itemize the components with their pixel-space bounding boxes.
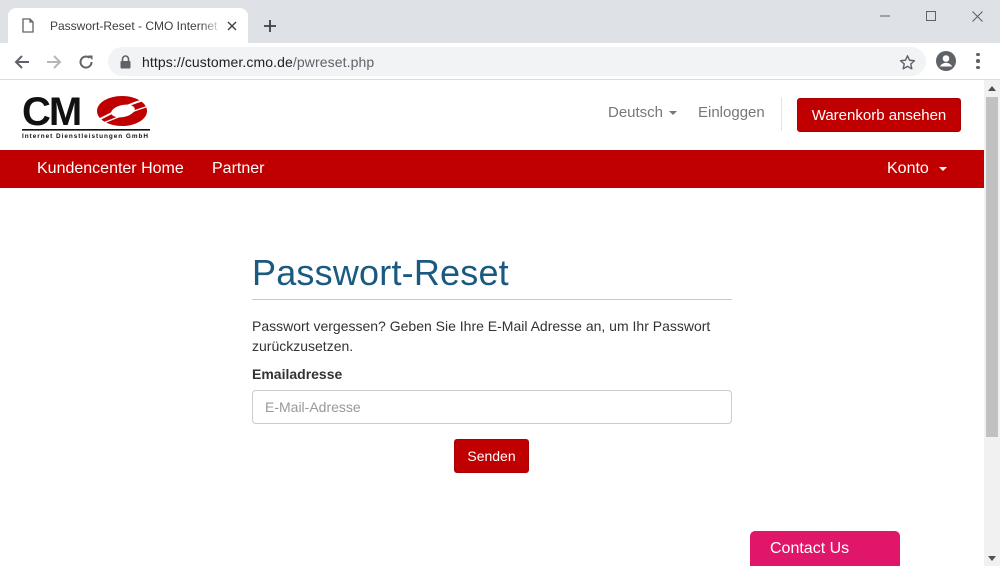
nav-item-kundencenter-home[interactable]: Kundencenter Home <box>37 150 184 188</box>
email-label: Emailadresse <box>252 366 343 382</box>
browser-tab-strip: Passwort-Reset - CMO Internet Dienstleis… <box>0 0 1000 43</box>
new-tab-icon[interactable] <box>258 14 282 38</box>
svg-text:Internet Dienstleistungen GmbH: Internet Dienstleistungen GmbH <box>22 133 148 140</box>
nav-item-partner[interactable]: Partner <box>212 150 264 188</box>
contact-us-button[interactable]: Contact Us <box>750 531 900 566</box>
url-path: /pwreset.php <box>292 53 375 70</box>
caret-down-icon <box>938 167 947 171</box>
main-navigation: Kundencenter Home Partner Konto <box>0 150 984 188</box>
page-title: Passwort-Reset <box>252 252 509 293</box>
browser-toolbar: https://customer.cmo.de/pwreset.php <box>0 43 1000 80</box>
send-button[interactable]: Senden <box>454 439 529 473</box>
svg-text:CM: CM <box>22 90 80 134</box>
page-icon <box>22 18 38 34</box>
lock-icon <box>120 54 132 69</box>
caret-down-icon <box>669 110 678 115</box>
forward-arrow-icon[interactable] <box>41 49 67 75</box>
page-scrollbar[interactable] <box>984 80 1000 566</box>
account-label: Konto <box>887 160 929 177</box>
url-text: https://customer.cmo.de/pwreset.php <box>142 54 374 70</box>
intro-text: Passwort vergessen? Geben Sie Ihre E-Mai… <box>252 318 711 354</box>
page-viewport: CM Internet Dienstleistungen GmbH Deutsc… <box>0 80 984 566</box>
email-input[interactable] <box>252 390 732 424</box>
bookmark-star-icon[interactable] <box>898 53 916 71</box>
browser-tab[interactable]: Passwort-Reset - CMO Internet Dienstleis… <box>8 8 248 43</box>
login-link[interactable]: Einloggen <box>698 104 765 121</box>
language-dropdown[interactable]: Deutsch <box>608 104 678 121</box>
browser-menu-icon[interactable] <box>970 50 986 72</box>
close-tab-icon[interactable] <box>224 18 240 34</box>
tab-title: Passwort-Reset - CMO Internet Dienstleis… <box>50 18 222 33</box>
back-arrow-icon[interactable] <box>9 49 35 75</box>
title-divider <box>252 299 732 300</box>
cmo-logo[interactable]: CM Internet Dienstleistungen GmbH <box>22 89 150 141</box>
address-bar[interactable]: https://customer.cmo.de/pwreset.php <box>108 47 926 76</box>
minimize-icon[interactable] <box>862 0 908 32</box>
scroll-up-arrow-icon[interactable] <box>984 80 1000 96</box>
language-label: Deutsch <box>608 104 664 121</box>
close-window-icon[interactable] <box>954 0 1000 32</box>
scrollbar-thumb[interactable] <box>986 97 998 437</box>
scroll-down-arrow-icon[interactable] <box>984 550 1000 566</box>
maximize-icon[interactable] <box>908 0 954 32</box>
header-divider <box>781 97 782 131</box>
url-host: https://customer.cmo.de <box>142 53 293 70</box>
profile-avatar-icon[interactable] <box>936 51 956 71</box>
view-cart-button[interactable]: Warenkorb ansehen <box>797 98 961 132</box>
reload-icon[interactable] <box>73 49 99 75</box>
account-dropdown[interactable]: Konto <box>887 150 947 188</box>
